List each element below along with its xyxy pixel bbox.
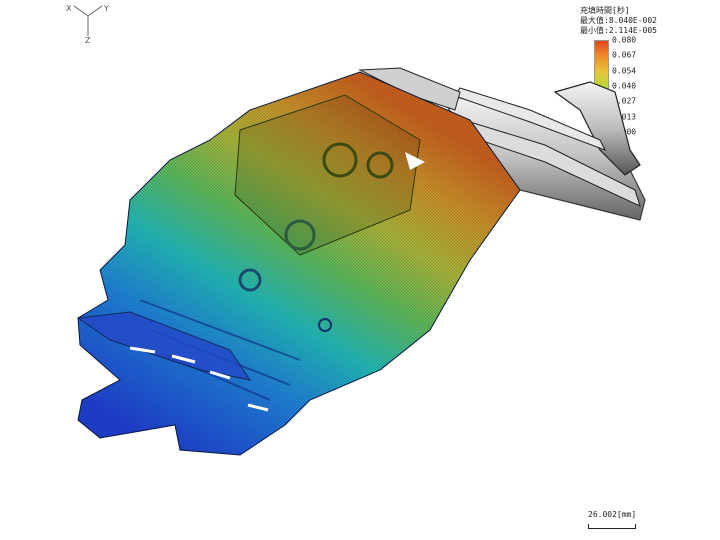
scale-indicator: 26.002[mm]	[584, 506, 644, 532]
scale-label: 26.002[mm]	[588, 510, 637, 519]
scale-bar	[588, 524, 636, 529]
casting-body	[76, 71, 521, 456]
casting-model-view[interactable]	[0, 0, 720, 540]
